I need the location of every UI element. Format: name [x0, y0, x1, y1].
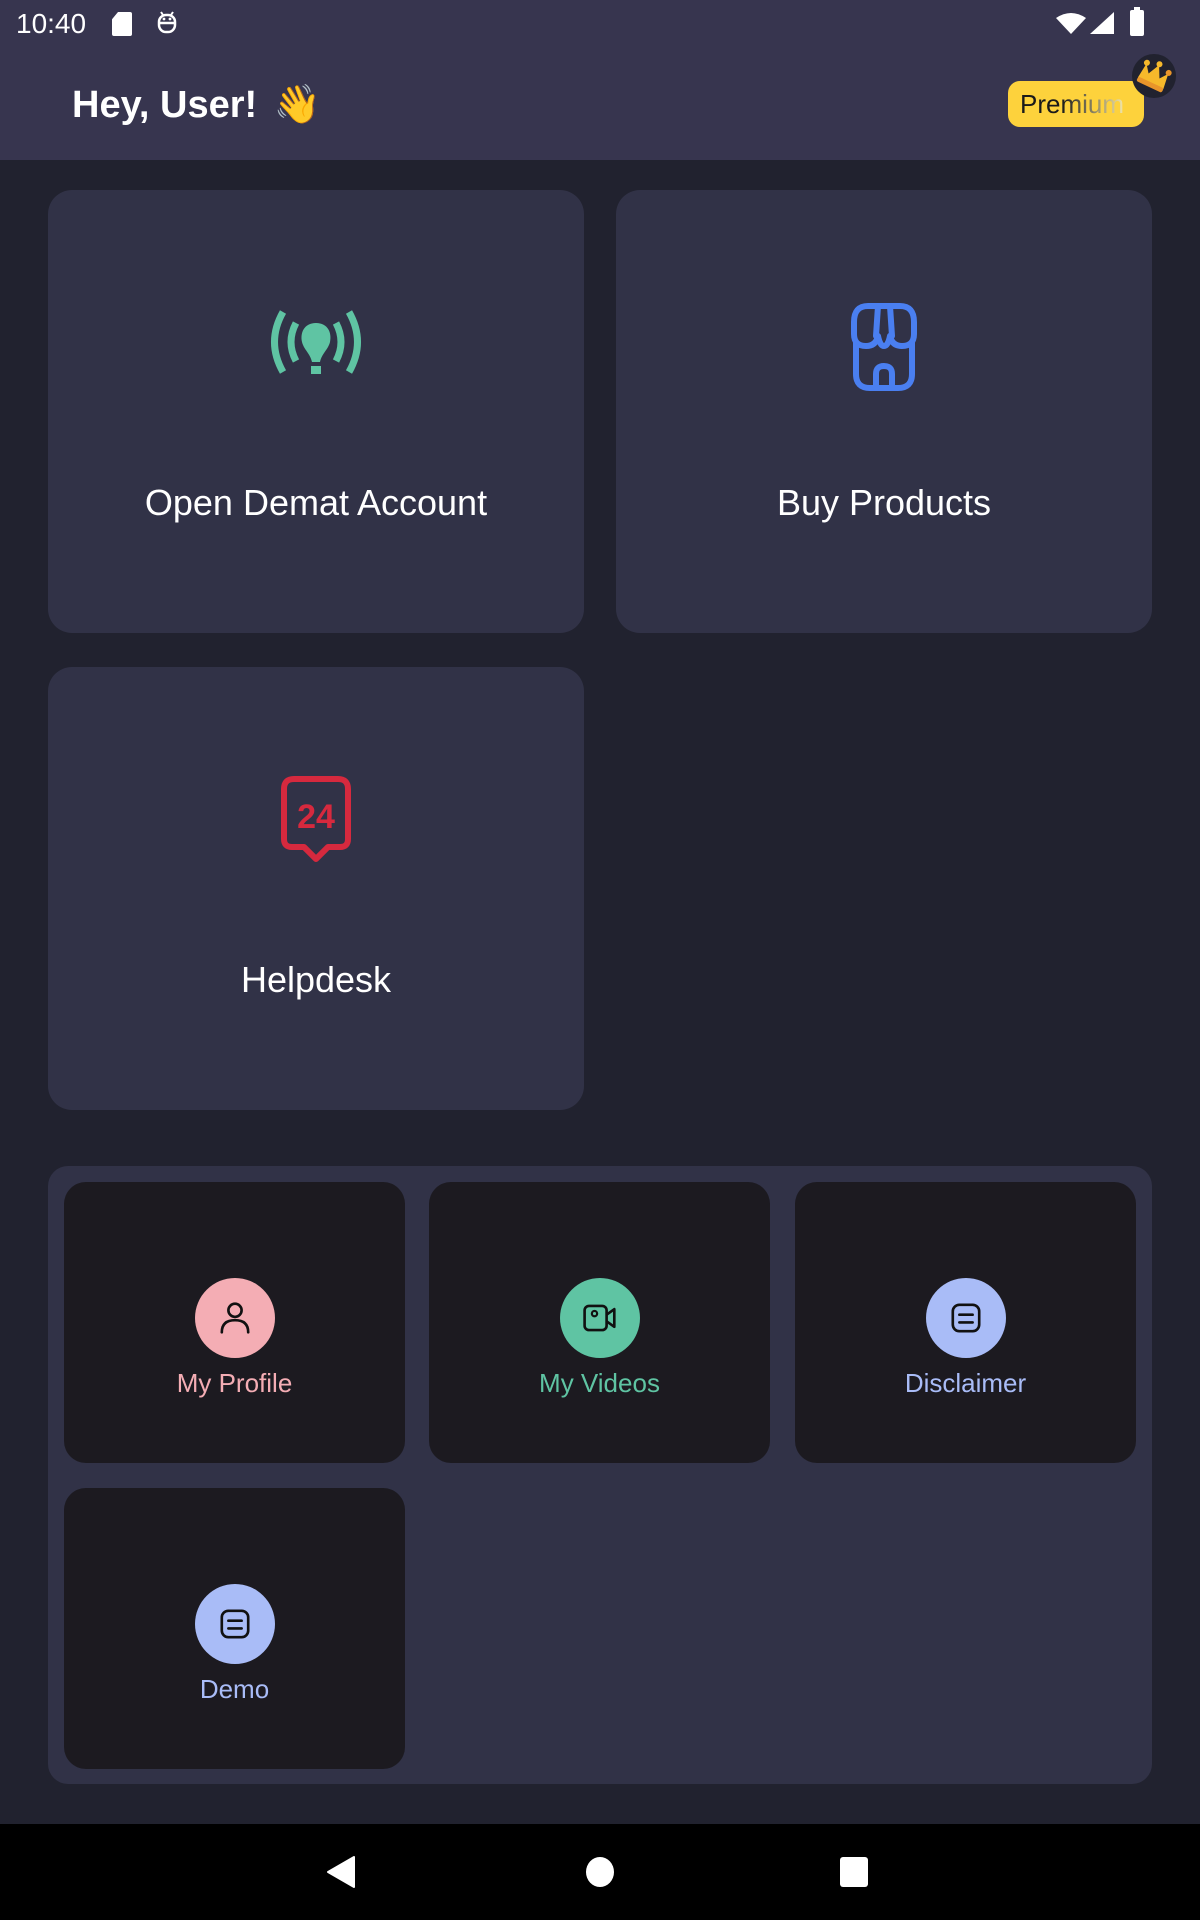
wifi-icon — [1056, 13, 1086, 34]
tile-label: My Videos — [539, 1368, 660, 1398]
recents-button[interactable] — [840, 1857, 868, 1887]
disclaimer-tile[interactable]: Disclaimer — [795, 1182, 1136, 1463]
tile-label: Demo — [199, 1674, 270, 1704]
crown-icon — [1132, 54, 1176, 98]
greeting-text: Hey, User! — [72, 84, 258, 126]
my-videos-tile[interactable]: My Videos — [429, 1182, 770, 1463]
greeting-title: Hey, User! 👋 — [72, 80, 321, 130]
storefront-icon — [851, 303, 917, 391]
premium-label: Premium — [1020, 89, 1125, 119]
demo-tile[interactable]: Demo — [64, 1488, 405, 1769]
video-camera-icon — [559, 1278, 640, 1358]
quick-links-panel: My Profile My Videos Disclaimer Demo — [48, 1166, 1152, 1784]
premium-badge[interactable]: Premium — [1008, 81, 1144, 127]
app-header: 10:40 Hey, User! 👋 Premium — [0, 0, 1200, 160]
signal-icon — [1090, 12, 1114, 34]
my-profile-tile[interactable]: My Profile — [64, 1182, 405, 1463]
user-icon — [194, 1278, 275, 1358]
lightbulb-broadcast-icon — [271, 310, 361, 374]
home-screen: 10:40 Hey, User! 👋 Premium Open Demat Ac… — [0, 0, 1200, 1920]
svg-text:24: 24 — [297, 798, 335, 836]
battery-icon — [1130, 7, 1144, 36]
helpdesk-card[interactable]: 24 Helpdesk — [48, 667, 584, 1110]
status-time: 10:40 — [16, 8, 87, 39]
sd-card-icon — [112, 12, 132, 36]
card-label: Buy Products — [776, 482, 992, 523]
card-label: Open Demat Account — [144, 482, 488, 523]
open-demat-account-card[interactable]: Open Demat Account — [48, 190, 584, 633]
support-24-icon: 24 — [281, 776, 351, 862]
wave-emoji: 👋 — [273, 84, 322, 126]
tile-label: Disclaimer — [904, 1368, 1027, 1398]
buy-products-card[interactable]: Buy Products — [616, 190, 1152, 633]
card-label: Helpdesk — [240, 959, 392, 1000]
android-debug-icon — [157, 11, 177, 34]
status-bar: 10:40 — [0, 0, 1200, 48]
document-icon — [194, 1584, 275, 1664]
tile-label: My Profile — [176, 1368, 293, 1398]
home-button[interactable] — [586, 1857, 614, 1887]
document-icon — [925, 1278, 1006, 1358]
back-button[interactable] — [326, 1855, 356, 1889]
